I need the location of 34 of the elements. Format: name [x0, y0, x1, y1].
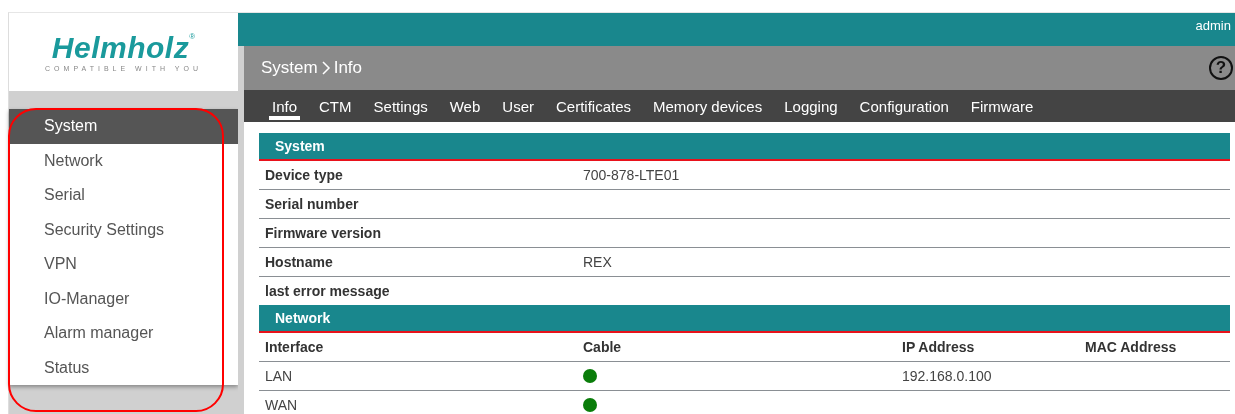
sidebar-item[interactable]: Status	[9, 350, 238, 385]
table-cell-text: LAN	[264, 368, 294, 384]
chevron-icon	[320, 61, 331, 75]
section-header: Network	[259, 305, 1230, 333]
column-header: MAC Address	[1084, 339, 1178, 355]
section-header: System	[259, 133, 1230, 161]
tab[interactable]: CTM	[308, 90, 363, 122]
tab[interactable]: Info	[261, 90, 309, 122]
field-label: Firmware version	[264, 225, 382, 241]
field-value: 700-878-LTE01	[582, 167, 681, 183]
sidebar-item[interactable]: System	[9, 109, 238, 144]
tab[interactable]: Logging	[773, 90, 849, 122]
tab[interactable]: Configuration	[848, 90, 960, 122]
column-header: Interface	[264, 339, 325, 355]
logo-text: Helmholz	[51, 32, 190, 64]
tab[interactable]: User	[491, 90, 545, 122]
tab[interactable]: Certificates	[545, 90, 642, 122]
help-button[interactable]: ?	[1209, 56, 1233, 80]
tab[interactable]: Memory devices	[642, 90, 774, 122]
column-header: Cable	[582, 339, 623, 355]
registered-mark: ®	[189, 32, 196, 41]
field-label: Device type	[264, 167, 344, 183]
user-name[interactable]: admin	[1195, 13, 1235, 33]
tab[interactable]: Web	[438, 90, 492, 122]
breadcrumb-item: Info	[333, 58, 363, 78]
table-cell-text: 192.168.0.100	[901, 368, 993, 384]
field-label: Hostname	[264, 254, 334, 270]
field-value: REX	[582, 254, 613, 270]
tab[interactable]: Settings	[362, 90, 439, 122]
field-label: last error message	[264, 283, 391, 299]
table-cell-text: WAN	[264, 397, 299, 413]
tab[interactable]: Firmware	[959, 90, 1045, 122]
field-label: Serial number	[264, 196, 360, 212]
column-header: IP Address	[901, 339, 976, 355]
